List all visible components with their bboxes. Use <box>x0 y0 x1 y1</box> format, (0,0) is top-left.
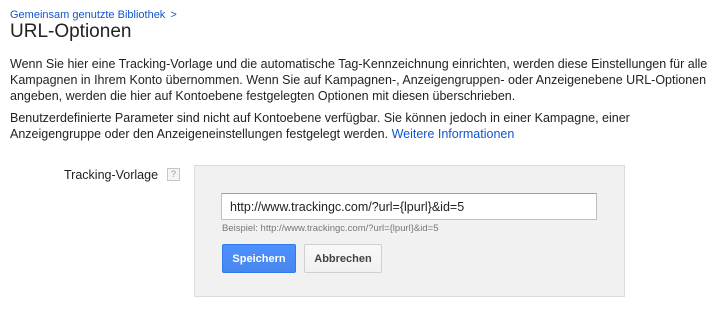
page-title: URL-Optionen <box>10 21 132 42</box>
breadcrumb-link-shared-library[interactable]: Gemeinsam genutzte Bibliothek <box>10 9 165 21</box>
tracking-template-input[interactable] <box>221 193 597 220</box>
tracking-template-example: Beispiel: http://www.trackingc.com/?url=… <box>222 223 439 234</box>
learn-more-link[interactable]: Weitere Informationen <box>392 127 515 141</box>
help-icon[interactable]: ? <box>167 168 180 181</box>
breadcrumb: Gemeinsam genutzte Bibliothek > <box>10 9 177 21</box>
intro-paragraph: Wenn Sie hier eine Tracking-Vorlage und … <box>10 57 708 103</box>
save-button[interactable]: Speichern <box>222 244 296 273</box>
cancel-button[interactable]: Abbrechen <box>304 244 382 273</box>
custom-parameters-text: Benutzerdefinierte Parameter sind nicht … <box>10 111 630 141</box>
breadcrumb-separator: > <box>170 9 177 21</box>
custom-parameters-paragraph: Benutzerdefinierte Parameter sind nicht … <box>10 110 715 142</box>
tracking-template-label: Tracking-Vorlage <box>64 168 159 182</box>
